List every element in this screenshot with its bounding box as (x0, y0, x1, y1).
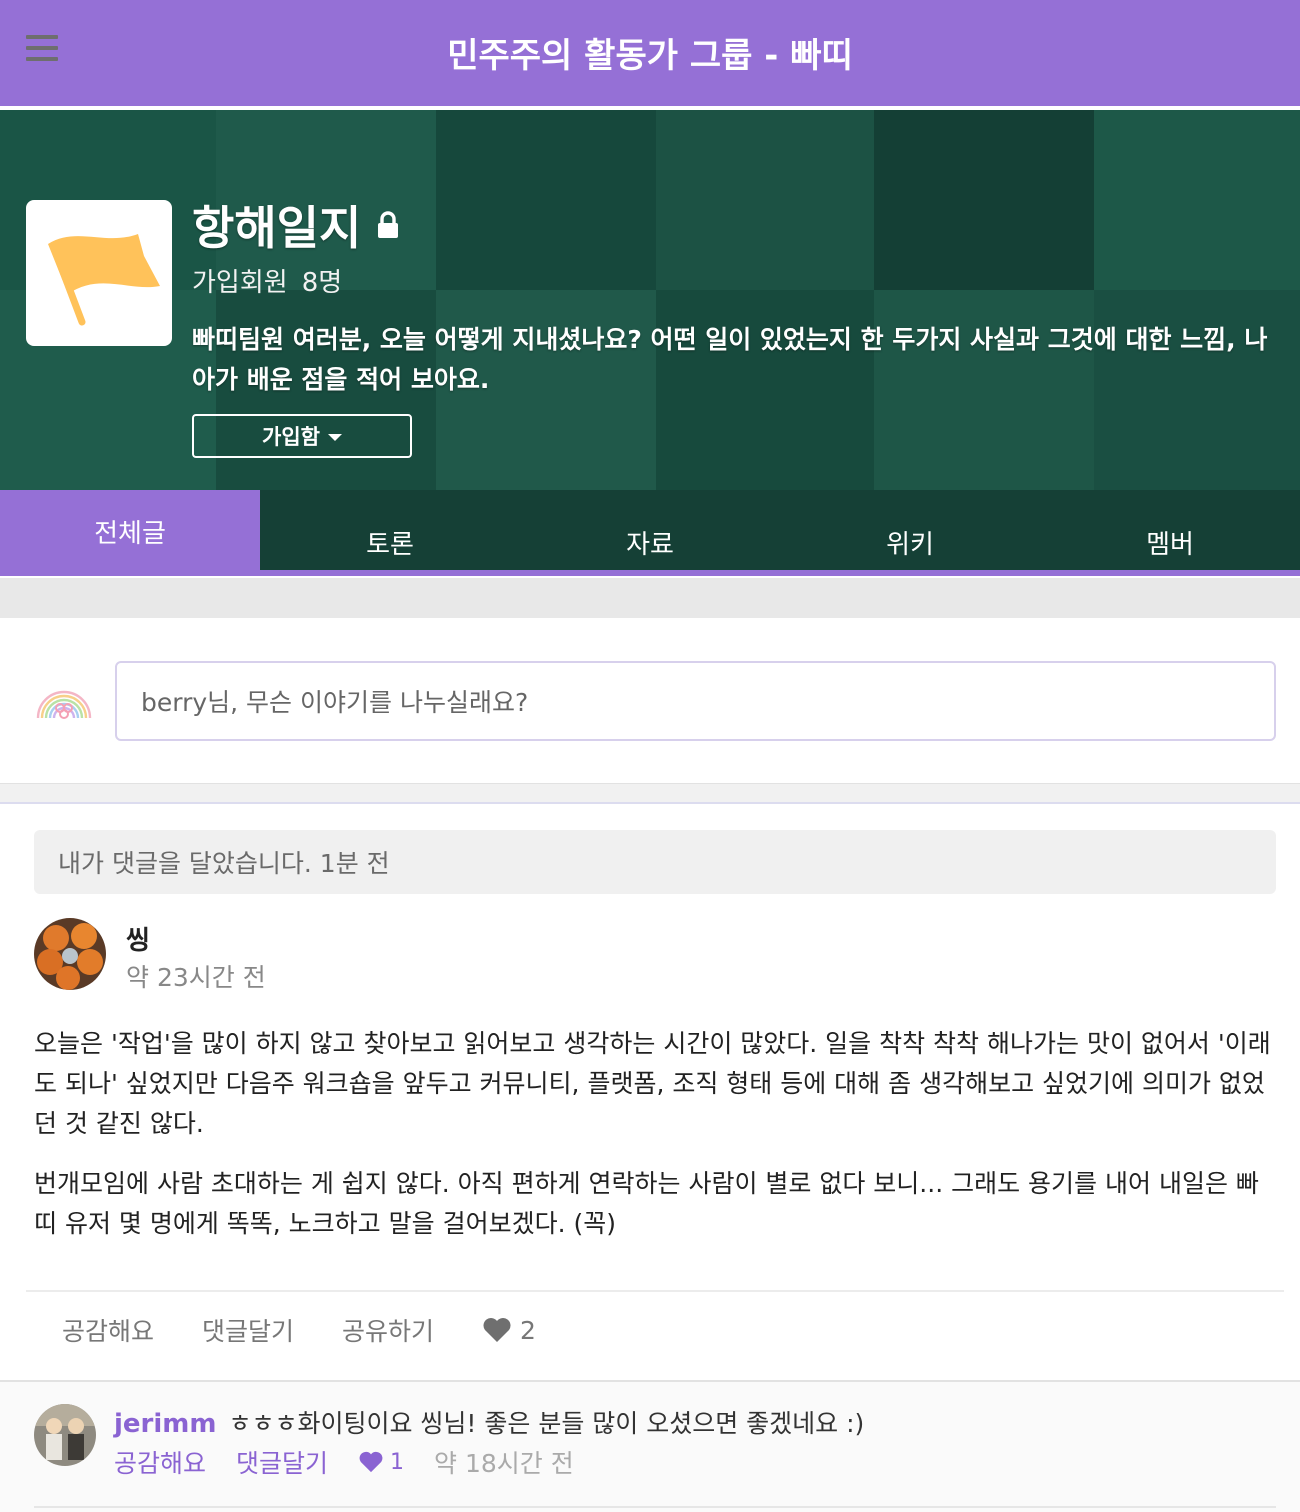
flag-icon (48, 234, 160, 326)
group-description: 빠띠팀원 여러분, 오늘 어떻게 지내셨나요? 어떤 일이 있었는지 한 두가지… (192, 325, 1268, 394)
join-button-label: 가입함 (262, 425, 320, 449)
comment-button[interactable]: 댓글달기 (202, 1312, 294, 1348)
comment-like-count[interactable]: 1 (358, 1450, 404, 1475)
comment-actions: 공감해요 댓글달기 1 약 18시간 전 (114, 1444, 574, 1480)
group-title-text: 항해일지 (192, 201, 362, 255)
post-card: 내가 댓글을 달았습니다. 1분 전 씽 약 23시간 전 오늘은 '작업'을 … (0, 806, 1300, 1512)
like-count-number: 2 (520, 1315, 536, 1345)
divider (34, 1506, 1276, 1508)
post-time[interactable]: 약 23시간 전 (126, 958, 266, 994)
share-button[interactable]: 공유하기 (342, 1312, 434, 1348)
comment-item: jerimm ㅎㅎㅎ화이팅이요 씽님! 좋은 분들 많이 오셨으면 좋겠네요 :… (0, 1382, 1300, 1512)
member-number: 8명 (301, 268, 343, 298)
group-logo (26, 200, 172, 346)
post-actions: 공감해요 댓글달기 공유하기 2 (62, 1312, 536, 1348)
like-button[interactable]: 공감해요 (62, 1312, 154, 1348)
comment-text: ㅎㅎㅎ화이팅이요 씽님! 좋은 분들 많이 오셨으면 좋겠네요 :) (228, 1409, 865, 1438)
section-spacer (0, 784, 1300, 804)
group-title: 항해일지 (192, 192, 401, 258)
caret-down-icon (327, 433, 342, 441)
comment-like-button[interactable]: 공감해요 (114, 1444, 206, 1480)
commenter-avatar[interactable] (34, 1404, 96, 1466)
comment-like-number: 1 (390, 1449, 405, 1475)
activity-notice: 내가 댓글을 달았습니다. 1분 전 (34, 830, 1276, 894)
tab-members[interactable]: 멤버 (1040, 490, 1300, 570)
heart-icon (483, 1318, 511, 1342)
tab-underline (0, 570, 1300, 576)
comment-reply-button[interactable]: 댓글달기 (236, 1444, 328, 1480)
tab-wiki[interactable]: 위키 (780, 490, 1040, 570)
tab-all-posts[interactable]: 전체글 (0, 490, 260, 570)
post-paragraph: 오늘은 '작업'을 많이 하지 않고 찾아보고 읽어보고 생각하는 시간이 많았… (34, 1029, 1271, 1138)
like-count[interactable]: 2 (482, 1316, 536, 1345)
group-hero: 항해일지 가입회원 8명 빠띠팀원 여러분, 오늘 어떻게 지내셨나요? 어떤 … (0, 110, 1300, 576)
section-spacer (0, 578, 1300, 618)
user-avatar (34, 674, 94, 734)
post-paragraph: 번개모임에 사람 초대하는 게 쉽지 않다. 아직 편하게 연락하는 사람이 별… (34, 1169, 1259, 1238)
post-author[interactable]: 씽 (126, 920, 150, 957)
member-label: 가입회원 (192, 268, 288, 298)
post-body: 오늘은 '작업'을 많이 하지 않고 찾아보고 읽어보고 생각하는 시간이 많았… (34, 1024, 1274, 1264)
top-navbar: 민주주의 활동가 그룹 - 빠띠 (0, 0, 1300, 108)
heart-icon (359, 1451, 383, 1473)
join-status-button[interactable]: 가입함 (192, 414, 412, 458)
comment-time[interactable]: 약 18시간 전 (434, 1444, 574, 1480)
tab-resources[interactable]: 자료 (520, 490, 780, 570)
site-title[interactable]: 민주주의 활동가 그룹 - 빠띠 (0, 28, 1300, 77)
author-avatar[interactable] (34, 918, 106, 990)
divider (26, 1290, 1284, 1292)
group-tabs: 전체글 토론 자료 위키 멤버 (0, 490, 1300, 570)
member-count: 가입회원 8명 (192, 262, 342, 299)
lock-icon (378, 211, 399, 238)
tab-discussion[interactable]: 토론 (260, 490, 520, 570)
comment-author[interactable]: jerimm (114, 1409, 216, 1439)
post-composer: berry님, 무슨 이야기를 나누실래요? (0, 618, 1300, 784)
comment-content: jerimm ㅎㅎㅎ화이팅이요 씽님! 좋은 분들 많이 오셨으면 좋겠네요 :… (114, 1404, 864, 1440)
compose-input[interactable]: berry님, 무슨 이야기를 나누실래요? (115, 661, 1276, 741)
